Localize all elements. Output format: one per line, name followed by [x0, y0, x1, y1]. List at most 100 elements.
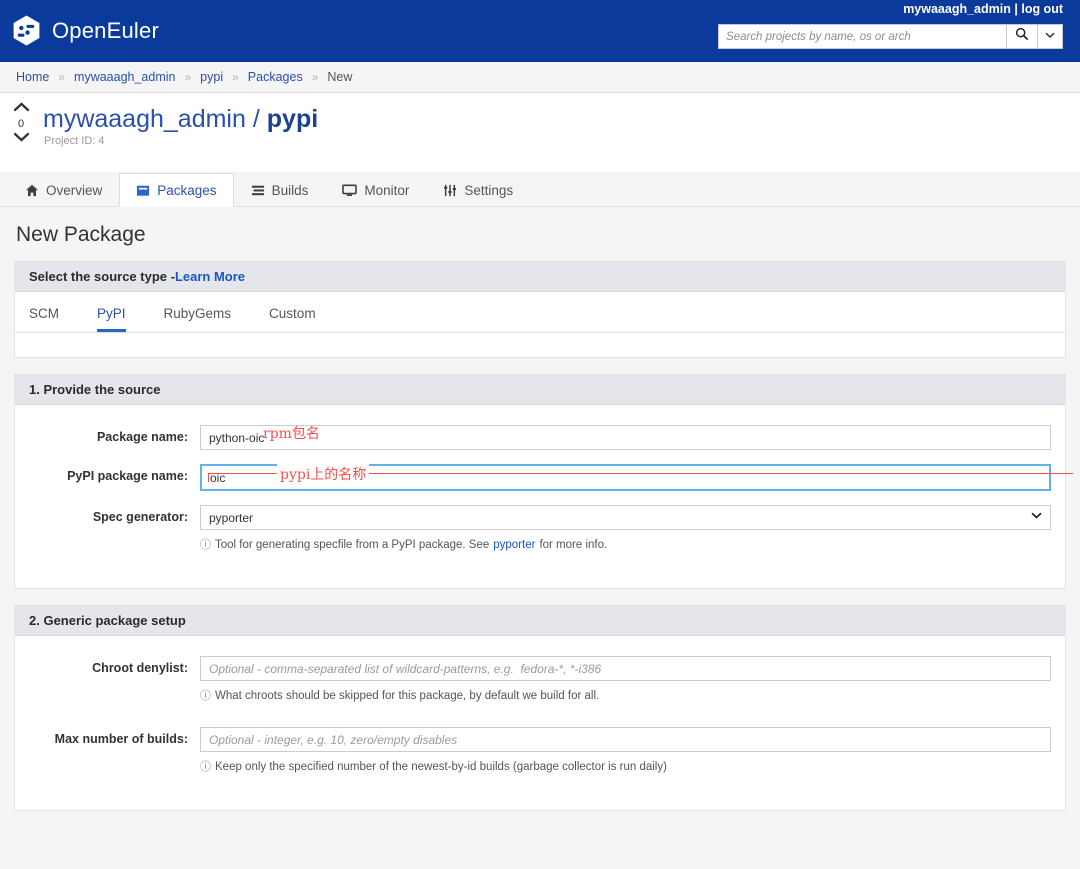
spec-generator-select[interactable]: pyporter: [200, 505, 1051, 530]
search-button[interactable]: [1006, 24, 1037, 49]
form-row-spec-generator: Spec generator: pyporter ⓘ Tool for gene…: [15, 505, 1065, 552]
brand[interactable]: OpenEuler: [10, 14, 159, 47]
spec-generator-hint-before: Tool for generating specfile from a PyPI…: [215, 539, 489, 551]
tab-packages-label: Packages: [157, 183, 216, 198]
breadcrumb: Home » mywaaagh_admin » pypi » Packages …: [0, 62, 1080, 93]
openeuler-hexagon-logo-icon: [10, 14, 43, 47]
spec-generator-select-wrap: pyporter: [200, 505, 1051, 530]
home-icon: [25, 184, 39, 197]
chroot-denylist-label: Chroot denylist:: [15, 656, 200, 675]
vote-count: 0: [8, 117, 34, 131]
breadcrumb-separator: »: [232, 70, 239, 84]
breadcrumb-separator: »: [184, 70, 191, 84]
chroot-denylist-input[interactable]: [200, 656, 1051, 681]
max-builds-hint-text: Keep only the specified number of the ne…: [215, 761, 667, 773]
search-bar: [718, 24, 1063, 49]
package-name-input[interactable]: [200, 425, 1051, 450]
project-vote-widget: 0: [8, 101, 34, 147]
learn-more-link[interactable]: Learn More: [175, 269, 245, 284]
spec-generator-control: pyporter ⓘ Tool for generating specfile …: [200, 505, 1065, 552]
form-row-max-builds: Max number of builds: ⓘ Keep only the sp…: [15, 727, 1065, 774]
spec-generator-label: Spec generator:: [15, 505, 200, 524]
vote-down-chevron-down-icon[interactable]: [8, 131, 34, 147]
form-row-chroot-denylist: Chroot denylist: ⓘ What chroots should b…: [15, 656, 1065, 703]
tab-overview-label: Overview: [46, 183, 102, 198]
project-owner-link[interactable]: mywaaagh_admin: [43, 105, 246, 133]
max-builds-control: ⓘ Keep only the specified number of the …: [200, 727, 1065, 774]
source-tab-scm[interactable]: SCM: [29, 306, 59, 332]
project-header: 0 mywaaagh_admin / pypi Project ID: 4: [0, 93, 1080, 172]
breadcrumb-item-owner[interactable]: mywaaagh_admin: [74, 70, 175, 84]
pypi-package-name-label: PyPI package name:: [15, 464, 200, 483]
section-2-heading: 2. Generic package setup: [15, 606, 1065, 636]
max-builds-input[interactable]: [200, 727, 1051, 752]
provide-source-panel: 1. Provide the source rpm包名 Package name…: [14, 374, 1066, 589]
chroot-denylist-hint-text: What chroots should be skipped for this …: [215, 690, 599, 702]
form-row-pypi-package-name: PyPI package name:: [15, 464, 1065, 491]
page-title: New Package: [14, 207, 1066, 261]
form-row-package-name: Package name:: [15, 425, 1065, 450]
list-lines-icon: [251, 184, 265, 197]
project-title-slash: /: [253, 105, 260, 133]
tab-packages[interactable]: Packages: [119, 173, 233, 207]
search-input[interactable]: [718, 24, 1006, 49]
chroot-denylist-control: ⓘ What chroots should be skipped for thi…: [200, 656, 1065, 703]
monitor-screen-icon: [342, 184, 357, 197]
tab-monitor-label: Monitor: [364, 183, 409, 198]
breadcrumb-item-home[interactable]: Home: [16, 70, 49, 84]
chevron-down-icon: [1045, 31, 1055, 42]
package-box-icon: [136, 184, 150, 197]
section-1-form: rpm包名 Package name: pypi上的名称 PyPI packag…: [15, 405, 1065, 588]
source-tab-rubygems[interactable]: RubyGems: [164, 306, 232, 332]
chroot-denylist-hint: ⓘ What chroots should be skipped for thi…: [200, 681, 1051, 703]
package-name-control: [200, 425, 1065, 450]
info-circle-icon: ⓘ: [200, 758, 211, 774]
sliders-icon: [443, 184, 457, 197]
tab-settings[interactable]: Settings: [426, 173, 530, 207]
section-1-heading: 1. Provide the source: [15, 375, 1065, 405]
source-tab-pypi[interactable]: PyPI: [97, 306, 126, 332]
package-name-label: Package name:: [15, 425, 200, 444]
breadcrumb-item-packages[interactable]: Packages: [248, 70, 303, 84]
tab-builds[interactable]: Builds: [234, 173, 326, 207]
pypi-package-name-control: [200, 464, 1065, 491]
separator: |: [1014, 2, 1018, 16]
pypi-package-name-input[interactable]: [200, 464, 1051, 491]
brand-name: OpenEuler: [52, 18, 159, 44]
generic-package-setup-panel: 2. Generic package setup Chroot denylist…: [14, 605, 1066, 811]
source-type-panel-header: Select the source type - Learn More: [15, 262, 1065, 292]
page-content: New Package Select the source type - Lea…: [0, 207, 1080, 811]
info-circle-icon: ⓘ: [200, 536, 211, 552]
tab-overview[interactable]: Overview: [8, 173, 119, 207]
source-type-panel-body: SCM PyPI RubyGems Custom: [15, 292, 1065, 357]
source-type-panel: Select the source type - Learn More SCM …: [14, 261, 1066, 358]
user-session-info: mywaaagh_admin | log out: [903, 2, 1063, 16]
project-id-label: Project ID: 4: [44, 135, 105, 147]
source-tab-custom[interactable]: Custom: [269, 306, 316, 332]
username-link[interactable]: mywaaagh_admin: [903, 2, 1011, 16]
search-icon: [1015, 27, 1029, 46]
spec-generator-hint-after: for more info.: [539, 539, 607, 551]
info-circle-icon: ⓘ: [200, 687, 211, 703]
max-builds-hint: ⓘ Keep only the specified number of the …: [200, 752, 1051, 774]
search-options-dropdown-button[interactable]: [1037, 24, 1063, 49]
max-builds-label: Max number of builds:: [15, 727, 200, 746]
project-name: pypi: [267, 105, 318, 133]
project-title: mywaaagh_admin / pypi: [43, 105, 318, 134]
source-tabs-spacer: [15, 333, 1065, 357]
breadcrumb-separator: »: [58, 70, 65, 84]
tab-builds-label: Builds: [272, 183, 309, 198]
vote-up-chevron-up-icon[interactable]: [8, 101, 34, 117]
breadcrumb-item-project[interactable]: pypi: [200, 70, 223, 84]
logout-link[interactable]: log out: [1021, 2, 1063, 16]
section-2-form: Chroot denylist: ⓘ What chroots should b…: [15, 636, 1065, 810]
breadcrumb-item-new: New: [327, 70, 352, 84]
spec-generator-hint: ⓘ Tool for generating specfile from a Py…: [200, 530, 1051, 552]
tab-monitor[interactable]: Monitor: [325, 173, 426, 207]
breadcrumb-separator: »: [312, 70, 319, 84]
project-tab-bar: Overview Packages Builds Monitor: [0, 172, 1080, 207]
top-navigation-bar: OpenEuler mywaaagh_admin | log out: [0, 0, 1080, 62]
pyporter-link[interactable]: pyporter: [493, 539, 535, 551]
source-type-tab-bar: SCM PyPI RubyGems Custom: [15, 292, 1065, 333]
source-type-heading: Select the source type -: [29, 269, 175, 284]
